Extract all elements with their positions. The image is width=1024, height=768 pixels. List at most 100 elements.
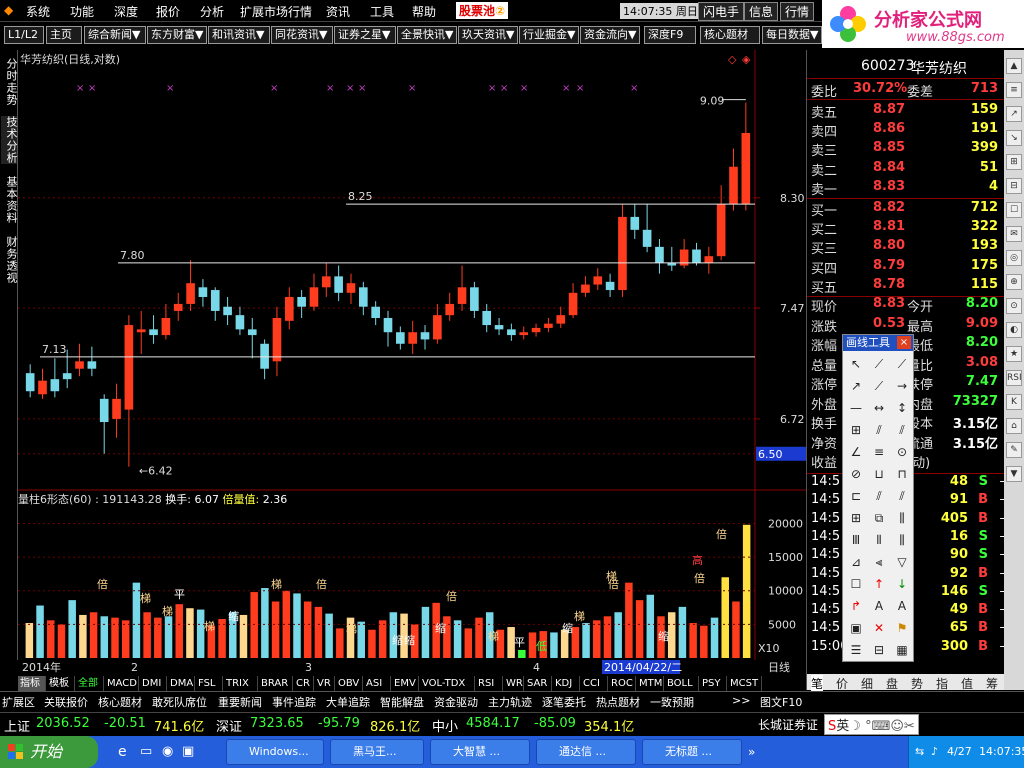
draw-tool-icon[interactable]: ▣ (847, 619, 865, 637)
draw-tool-icon[interactable]: ⊿ (847, 553, 865, 571)
quote-view-tab[interactable]: 笔 (811, 675, 824, 692)
indicator-tab[interactable]: MTM (637, 676, 664, 691)
draw-tool-icon[interactable]: ∠ (847, 443, 865, 461)
tab-eastmoney[interactable]: 东方财富▼ (147, 26, 207, 44)
indicator-tab[interactable]: EMV (392, 676, 419, 691)
tab-panorama[interactable]: 全景快讯▼ (397, 26, 457, 44)
draw-tool-icon[interactable]: ⊙ (893, 443, 911, 461)
draw-tool-icon[interactable]: ↔ (870, 399, 888, 417)
draw-tool-icon[interactable]: ↓ (893, 575, 911, 593)
task-tongdaxin[interactable]: 通达信 ... (536, 739, 636, 765)
draw-tool-icon[interactable]: ⦀ (870, 531, 888, 549)
tray-volume-icon[interactable]: ♪ (931, 736, 938, 768)
draw-tool-icon[interactable]: ⊓ (893, 465, 911, 483)
draw-tool-icon[interactable]: ⫽ (870, 421, 888, 439)
indicator-tab[interactable]: BOLL (665, 676, 699, 691)
quote-view-tab[interactable]: 盘 (886, 675, 898, 692)
tab-industry[interactable]: 行业掘金▼ (519, 26, 579, 44)
info-button[interactable]: 信息 (744, 2, 779, 21)
draw-tool-icon[interactable]: ⊞ (847, 421, 865, 439)
nav-item[interactable]: 智能解盘 (380, 694, 424, 710)
indicator-mode-tab[interactable]: 指标 (18, 676, 46, 691)
indicator-mode-tab[interactable]: 模板 (47, 676, 75, 691)
quote-view-tab[interactable]: 价 (836, 675, 848, 692)
side-tool-icon[interactable]: ◎ (1006, 250, 1022, 266)
side-tool-icon[interactable]: ▲ (1006, 58, 1022, 74)
indicator-tab[interactable]: MACD (105, 676, 139, 691)
indicator-mode-tab[interactable]: 全部 (76, 676, 104, 691)
indicator-tab[interactable]: FSL (196, 676, 223, 691)
side-tool-icon[interactable]: ⊙ (1006, 298, 1022, 314)
indicator-tab[interactable]: RSI (476, 676, 503, 691)
draw-tool-icon[interactable]: A (870, 597, 888, 615)
nav-item[interactable]: 大单追踪 (326, 694, 370, 710)
side-tool-icon[interactable]: ⊞ (1006, 154, 1022, 170)
side-tool-icon[interactable]: ≡ (1006, 82, 1022, 98)
tab-general-news[interactable]: 综合新闻▼ (84, 26, 146, 44)
menu-system[interactable]: 系统 (26, 3, 50, 20)
menu-help[interactable]: 帮助 (412, 3, 436, 20)
draw-tool-icon[interactable]: ↗ (847, 377, 865, 395)
draw-tool-title[interactable]: 画线工具 × (843, 335, 913, 351)
draw-tool-icon[interactable]: ⫼ (893, 509, 911, 527)
tab-stockstar[interactable]: 证券之星▼ (334, 26, 396, 44)
menu-news[interactable]: 资讯 (326, 3, 350, 20)
nav-item[interactable]: 一致预期 (650, 694, 694, 710)
draw-tool-icon[interactable]: ⚑ (893, 619, 911, 637)
draw-tool-icon[interactable]: ⟋ (870, 355, 888, 373)
start-button[interactable]: 开始 (0, 736, 98, 768)
show-desktop-icon[interactable]: ▣ (182, 744, 194, 759)
draw-tool-icon[interactable]: ⫽ (893, 487, 911, 505)
nav-item[interactable]: 扩展区 (2, 694, 35, 710)
draw-tool-icon[interactable]: ⊘ (847, 465, 865, 483)
side-tool-icon[interactable]: ☐ (1006, 202, 1022, 218)
indicator-tab[interactable]: WR (504, 676, 524, 691)
task-untitled[interactable]: 无标题 ... (642, 739, 742, 765)
nav-item[interactable]: 资金驱动 (434, 694, 478, 710)
side-tool-icon[interactable]: ⊕ (1006, 274, 1022, 290)
draw-tool-icon[interactable]: ⧉ (870, 509, 888, 527)
chart-area[interactable]: 华芳纺织(日线,对数) ◇ ◈ 8.25 7.80 7.13 9.09 ←6.42 8.… (0, 50, 806, 660)
quote-view-tab[interactable]: 指 (936, 675, 948, 692)
side-tool-icon[interactable]: ↗ (1006, 106, 1022, 122)
menu-quote[interactable]: 报价 (156, 3, 180, 20)
draw-tool-icon[interactable]: — (847, 399, 865, 417)
draw-tool-icon[interactable]: ↱ (847, 597, 865, 615)
nav-item[interactable]: 敢死队席位 (152, 694, 207, 710)
task-windows[interactable]: Windows... (226, 739, 324, 765)
menu-analysis[interactable]: 分析 (200, 3, 224, 20)
tab-l1-l2[interactable]: L1/L2 (4, 26, 44, 44)
draw-tool-icon[interactable]: ⫽ (870, 487, 888, 505)
side-tool-icon[interactable]: ⊟ (1006, 178, 1022, 194)
draw-tool-icon[interactable]: A (893, 597, 911, 615)
quote-view-tab[interactable]: 筹 (986, 675, 998, 692)
side-tool-icon[interactable]: ⌂ (1006, 418, 1022, 434)
draw-tool-icon[interactable]: ☰ (847, 641, 865, 659)
draw-tool-icon[interactable]: ▽ (893, 553, 911, 571)
indicator-tab[interactable]: TRIX (224, 676, 258, 691)
indicator-tab[interactable]: ROC (609, 676, 636, 691)
ime-bar[interactable]: S英☽ °⌨☺✂ (824, 714, 919, 735)
tab-jiutian[interactable]: 玖天资讯▼ (458, 26, 518, 44)
tab-10jqka[interactable]: 同花资讯▼ (271, 26, 333, 44)
app-icon[interactable]: ◆ (4, 3, 13, 17)
nav-more-button[interactable]: >> (732, 694, 750, 707)
task-dazhihui[interactable]: 大智慧 ... (430, 739, 530, 765)
flash-trade-button[interactable]: 闪电手 (698, 2, 745, 21)
menu-tools[interactable]: 工具 (370, 3, 394, 20)
draw-tool-icon[interactable]: ⫷ (870, 553, 888, 571)
tab-home[interactable]: 主页 (46, 26, 82, 44)
draw-tool-icon[interactable]: ⊞ (847, 509, 865, 527)
nav-item[interactable]: 核心题材 (98, 694, 142, 710)
draw-tool-icon[interactable]: ▦ (893, 641, 911, 659)
side-tool-icon[interactable]: RSI (1006, 370, 1022, 386)
stock-pool-button[interactable]: 股票池② (456, 2, 509, 19)
side-tool-icon[interactable]: ✉ (1006, 226, 1022, 242)
draw-tool-icon[interactable]: ⊔ (870, 465, 888, 483)
side-tool-icon[interactable]: ▼ (1006, 466, 1022, 482)
menu-depth[interactable]: 深度 (114, 3, 138, 20)
indicator-tab[interactable]: MCST (728, 676, 762, 691)
draw-tool-icon[interactable]: Ⅲ (847, 531, 865, 549)
draw-tool-icon[interactable]: ☐ (847, 575, 865, 593)
draw-tool-icon[interactable]: ⊏ (847, 487, 865, 505)
